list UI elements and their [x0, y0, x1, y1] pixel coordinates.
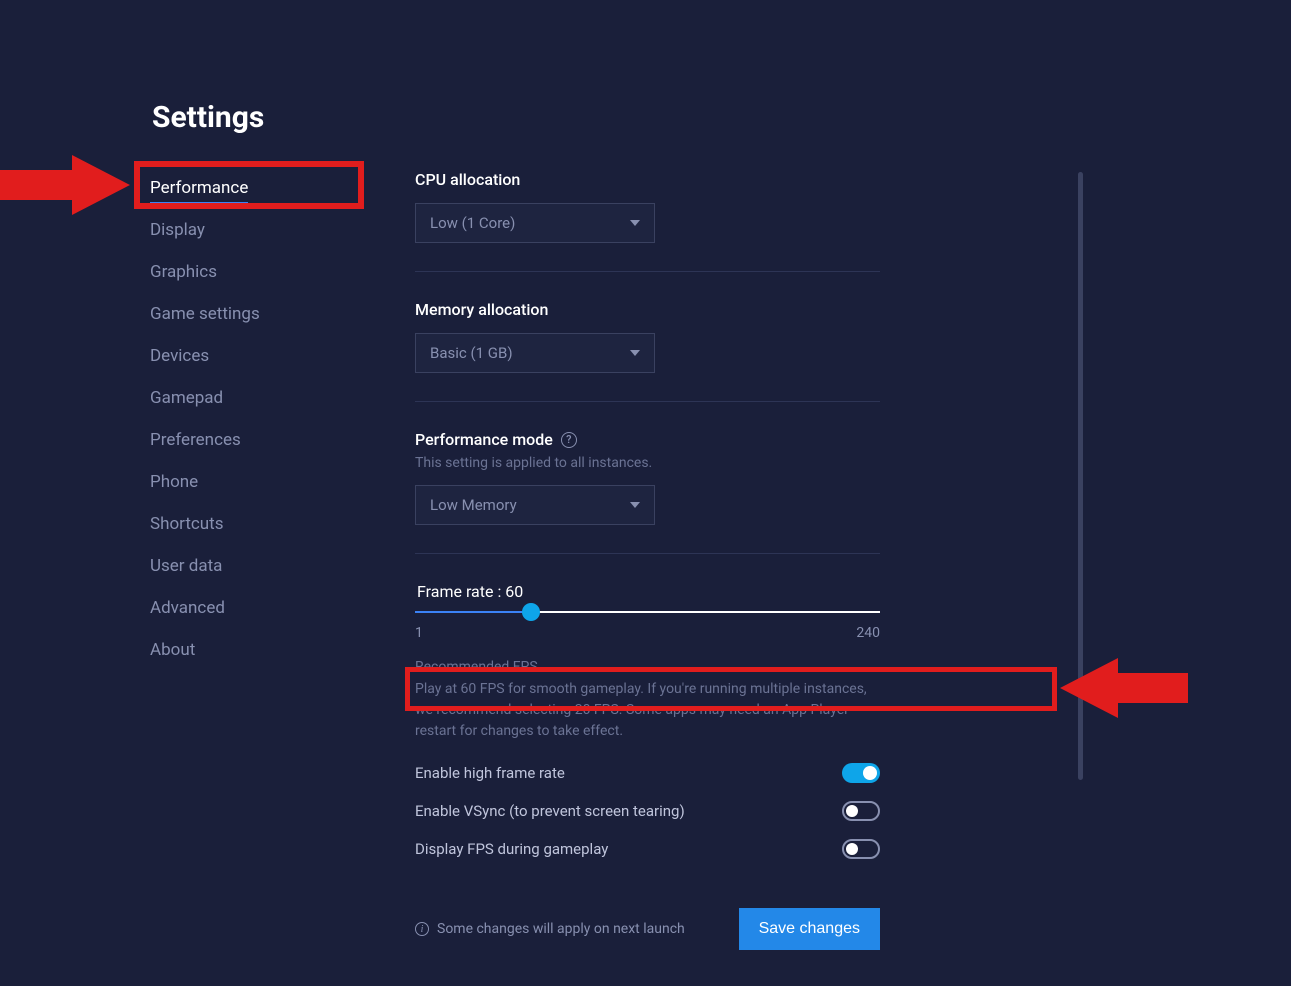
display-fps-label: Display FPS during gameplay [415, 840, 608, 858]
memory-allocation-dropdown[interactable]: Basic (1 GB) [415, 333, 655, 373]
annotation-arrow-left [0, 170, 72, 200]
vsync-label: Enable VSync (to prevent screen tearing) [415, 802, 685, 820]
annotation-arrow-left-head [72, 155, 130, 215]
annotation-arrow-right-head [1060, 658, 1118, 718]
sidebar-item-graphics[interactable]: Graphics [150, 254, 400, 290]
performance-mode-sublabel: This setting is applied to all instances… [415, 455, 880, 471]
footer-note: i Some changes will apply on next launch [415, 921, 685, 937]
sidebar-item-phone[interactable]: Phone [150, 464, 400, 500]
annotation-highlight-performance [134, 161, 364, 209]
annotation-arrow-right [1118, 673, 1188, 703]
frame-rate-slider[interactable] [415, 611, 880, 613]
display-fps-toggle[interactable] [842, 839, 880, 859]
vsync-toggle[interactable] [842, 801, 880, 821]
chevron-down-icon [630, 502, 640, 508]
sidebar-item-about[interactable]: About [150, 632, 400, 668]
memory-allocation-label: Memory allocation [415, 300, 880, 319]
page-title: Settings [152, 100, 264, 135]
help-icon[interactable]: ? [561, 432, 577, 448]
cpu-allocation-dropdown[interactable]: Low (1 Core) [415, 203, 655, 243]
performance-mode-label: Performance mode ? [415, 430, 880, 449]
chevron-down-icon [630, 350, 640, 356]
high-frame-rate-toggle[interactable] [842, 763, 880, 783]
high-frame-rate-label: Enable high frame rate [415, 764, 565, 782]
frame-rate-max: 240 [856, 625, 880, 641]
sidebar-item-devices[interactable]: Devices [150, 338, 400, 374]
performance-mode-value: Low Memory [430, 496, 517, 514]
cpu-allocation-label: CPU allocation [415, 170, 880, 189]
settings-sidebar: Performance Display Graphics Game settin… [150, 170, 400, 950]
sidebar-item-shortcuts[interactable]: Shortcuts [150, 506, 400, 542]
sidebar-item-display[interactable]: Display [150, 212, 400, 248]
frame-rate-min: 1 [415, 625, 423, 641]
info-icon: i [415, 922, 429, 936]
slider-thumb[interactable] [522, 603, 540, 621]
frame-rate-label: Frame rate : 60 [415, 582, 880, 601]
settings-main: CPU allocation Low (1 Core) Memory alloc… [400, 170, 1080, 950]
cpu-allocation-value: Low (1 Core) [430, 214, 515, 232]
performance-mode-dropdown[interactable]: Low Memory [415, 485, 655, 525]
sidebar-item-advanced[interactable]: Advanced [150, 590, 400, 626]
annotation-highlight-high-frame-rate [405, 667, 1057, 711]
sidebar-item-user-data[interactable]: User data [150, 548, 400, 584]
sidebar-item-game-settings[interactable]: Game settings [150, 296, 400, 332]
memory-allocation-value: Basic (1 GB) [430, 344, 513, 362]
save-changes-button[interactable]: Save changes [739, 908, 880, 950]
sidebar-item-gamepad[interactable]: Gamepad [150, 380, 400, 416]
sidebar-item-preferences[interactable]: Preferences [150, 422, 400, 458]
chevron-down-icon [630, 220, 640, 226]
